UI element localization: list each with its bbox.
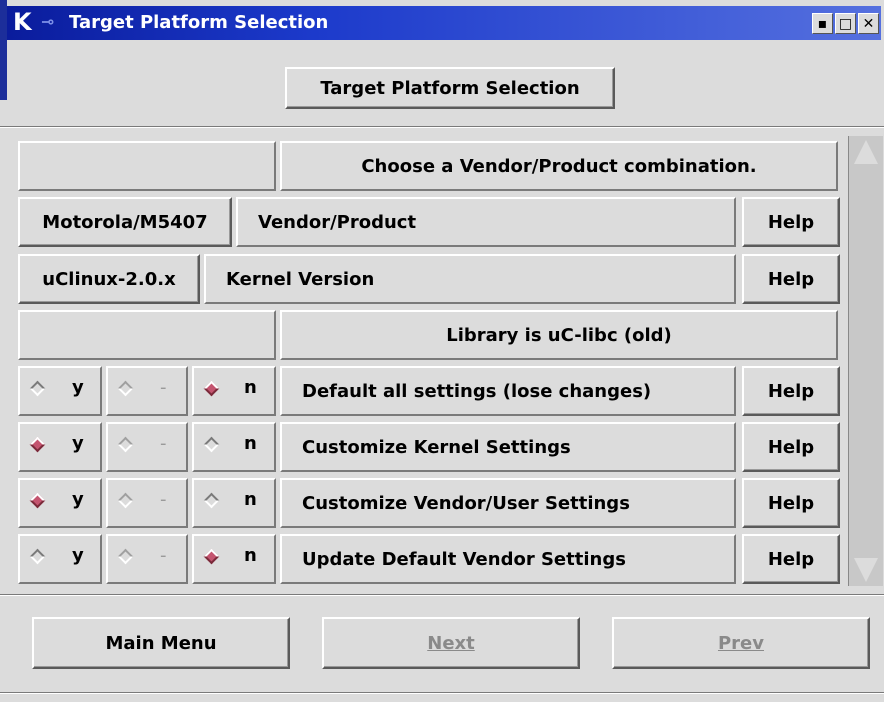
- radio-n[interactable]: n: [192, 478, 276, 528]
- vertical-scrollbar[interactable]: [848, 136, 883, 586]
- kernel-select-button[interactable]: uClinux-2.0.x: [18, 254, 200, 304]
- radio-diamond-icon: [117, 548, 134, 565]
- divider-top: [0, 126, 884, 128]
- radio-y[interactable]: y: [18, 478, 102, 528]
- option-label: Update Default Vendor Settings: [280, 534, 736, 584]
- window-title: Target Platform Selection: [69, 12, 329, 33]
- radio-diamond-icon: [117, 436, 134, 453]
- vendor-product-label: Vendor/Product: [236, 197, 736, 247]
- library-info: Library is uC-libc (old): [280, 310, 838, 360]
- radio-m[interactable]: -: [106, 534, 188, 584]
- option-help-button[interactable]: Help: [742, 478, 840, 528]
- radio-m-label: -: [160, 489, 167, 510]
- main-menu-button[interactable]: Main Menu: [32, 617, 290, 669]
- vendor-help-button[interactable]: Help: [742, 197, 840, 247]
- radio-y[interactable]: y: [18, 534, 102, 584]
- option-help-button[interactable]: Help: [742, 366, 840, 416]
- scroll-up-icon[interactable]: [854, 140, 878, 164]
- radio-y-label: y: [72, 489, 84, 510]
- header-title-button[interactable]: Target Platform Selection: [285, 67, 615, 109]
- kde-k-icon[interactable]: K: [13, 8, 32, 36]
- radio-diamond-icon: [203, 380, 220, 397]
- empty-cell: [18, 310, 276, 360]
- radio-n-label: n: [244, 433, 257, 454]
- radio-n-label: n: [244, 489, 257, 510]
- radio-diamond-icon: [203, 492, 220, 509]
- next-button[interactable]: Next: [322, 617, 580, 669]
- radio-diamond-icon: [117, 492, 134, 509]
- title-bar[interactable]: K ⊸ Target Platform Selection ▪ □ ✕: [7, 6, 881, 40]
- radio-n[interactable]: n: [192, 534, 276, 584]
- radio-diamond-icon: [29, 492, 46, 509]
- radio-m[interactable]: -: [106, 366, 188, 416]
- radio-n-label: n: [244, 545, 257, 566]
- radio-n-label: n: [244, 377, 257, 398]
- kernel-help-button[interactable]: Help: [742, 254, 840, 304]
- option-help-button[interactable]: Help: [742, 422, 840, 472]
- scroll-down-icon[interactable]: [854, 558, 878, 582]
- radio-y-label: y: [72, 545, 84, 566]
- window-edge: [0, 0, 7, 100]
- radio-diamond-icon: [203, 548, 220, 565]
- prev-button[interactable]: Prev: [612, 617, 870, 669]
- radio-m-label: -: [160, 545, 167, 566]
- maximize-icon[interactable]: □: [835, 13, 856, 34]
- radio-diamond-icon: [29, 380, 46, 397]
- radio-y-label: y: [72, 377, 84, 398]
- divider-bottom: [0, 594, 884, 596]
- option-help-button[interactable]: Help: [742, 534, 840, 584]
- option-label: Default all settings (lose changes): [280, 366, 736, 416]
- vendor-select-button[interactable]: Motorola/M5407: [18, 197, 232, 247]
- radio-n[interactable]: n: [192, 422, 276, 472]
- radio-y[interactable]: y: [18, 422, 102, 472]
- next-label: Next: [427, 632, 475, 654]
- radio-n[interactable]: n: [192, 366, 276, 416]
- choose-prompt: Choose a Vendor/Product combination.: [280, 141, 838, 191]
- radio-y[interactable]: y: [18, 366, 102, 416]
- close-icon[interactable]: ✕: [858, 13, 879, 34]
- pin-icon[interactable]: ⊸: [41, 12, 54, 31]
- kernel-version-label: Kernel Version: [204, 254, 736, 304]
- radio-m-label: -: [160, 377, 167, 398]
- app-window: K ⊸ Target Platform Selection ▪ □ ✕ Targ…: [0, 0, 884, 702]
- radio-diamond-icon: [29, 436, 46, 453]
- radio-m[interactable]: -: [106, 478, 188, 528]
- radio-diamond-icon: [117, 380, 134, 397]
- radio-y-label: y: [72, 433, 84, 454]
- empty-cell: [18, 141, 276, 191]
- radio-m-label: -: [160, 433, 167, 454]
- option-label: Customize Vendor/User Settings: [280, 478, 736, 528]
- prev-label: Prev: [717, 632, 764, 654]
- radio-diamond-icon: [29, 548, 46, 565]
- option-label: Customize Kernel Settings: [280, 422, 736, 472]
- status-divider: [0, 692, 884, 694]
- minimize-icon[interactable]: ▪: [812, 13, 833, 34]
- radio-diamond-icon: [203, 436, 220, 453]
- radio-m[interactable]: -: [106, 422, 188, 472]
